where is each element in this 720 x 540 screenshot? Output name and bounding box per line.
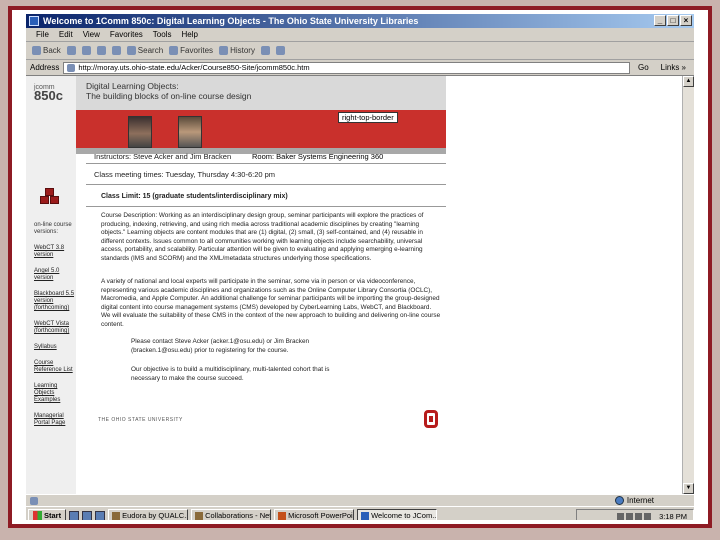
objective-paragraph: Our objective is to build a multidiscipl… <box>131 366 330 382</box>
contact-paragraph: Please contact Steve Acker (acker.1@osu.… <box>131 338 310 354</box>
task-powerpoint[interactable]: Microsoft PowerPoi... <box>274 508 355 520</box>
home-icon <box>111 46 121 55</box>
start-button[interactable]: Start <box>28 508 67 520</box>
eudora-icon <box>112 511 121 520</box>
back-button[interactable]: Back <box>32 46 61 55</box>
menu-bar: File Edit View Favorites Tools Help <box>26 28 694 42</box>
netscape-icon <box>195 511 204 520</box>
mail-icon <box>260 46 270 55</box>
experts-paragraph: A variety of national and local experts … <box>101 278 441 328</box>
sidebar-item-reference-list[interactable]: Course Reference List <box>34 360 76 374</box>
toolbar: Back Search Favorites History <box>26 42 694 60</box>
vertical-scrollbar[interactable]: ▲ ▼ <box>682 76 694 494</box>
windows-flag-icon <box>33 511 42 520</box>
sidebar-item-webct38[interactable]: WebCT 3.8 version <box>34 245 76 259</box>
forward-arrow-icon <box>66 46 76 55</box>
sidebar-item-webct-vista[interactable]: WebCT Vista (forthcoming) <box>34 321 76 335</box>
home-button[interactable] <box>111 46 121 55</box>
css-class-label: right-top-border <box>338 112 398 123</box>
osu-block-o-logo <box>424 410 438 428</box>
history-button[interactable]: History <box>219 46 255 55</box>
address-url: http://moray.uts.ohio-state.edu/Acker/Co… <box>78 63 310 72</box>
room-text: Room: Baker Systems Engineering 360 <box>252 152 384 161</box>
menu-edit[interactable]: Edit <box>59 30 73 39</box>
menu-file[interactable]: File <box>36 30 49 39</box>
mail-button[interactable] <box>260 46 270 55</box>
page-icon <box>67 63 76 72</box>
page-viewport: jcomm 850c Digital Learning Objects: The… <box>26 76 694 494</box>
course-code: jcomm 850c <box>34 84 63 103</box>
sidebar-item-angel[interactable]: Angel 5.0 version <box>34 268 76 282</box>
print-icon <box>275 46 285 55</box>
minimize-button[interactable]: _ <box>654 15 666 26</box>
menu-favorites[interactable]: Favorites <box>110 30 143 39</box>
task-eudora[interactable]: Eudora by QUALC... <box>108 508 189 520</box>
star-icon <box>169 46 179 55</box>
tray-misc-icon[interactable] <box>644 512 652 520</box>
sidebar-heading: on-line course versions: <box>34 222 72 235</box>
tray-volume-icon[interactable] <box>626 512 634 520</box>
osu-footer: THE OHIO STATE UNIVERSITY <box>98 417 183 423</box>
back-arrow-icon <box>32 46 41 55</box>
refresh-icon <box>96 46 106 55</box>
instructor-photo-bracken <box>178 116 202 148</box>
course-description: Course Description: Working as an interd… <box>101 212 424 262</box>
clock[interactable]: 3:18 PM <box>659 512 687 521</box>
close-button[interactable]: × <box>680 15 692 26</box>
favorites-button[interactable]: Favorites <box>169 46 213 55</box>
menu-help[interactable]: Help <box>181 30 197 39</box>
powerpoint-icon <box>278 511 287 520</box>
sidebar-item-examples[interactable]: Learning Objects Examples <box>34 383 76 404</box>
taskbar: Start Eudora by QUALC... Collaborations … <box>26 506 694 520</box>
security-zone: Internet <box>614 496 654 505</box>
cube-logo <box>40 188 60 206</box>
class-limit: Class Limit: 15 (graduate students/inter… <box>101 193 288 200</box>
page-title: Digital Learning Objects: The building b… <box>86 81 252 101</box>
address-bar: Address http://moray.uts.ohio-state.edu/… <box>26 60 694 76</box>
globe-icon <box>614 496 624 505</box>
meeting-times: Class meeting times: Tuesday, Thursday 4… <box>94 170 276 179</box>
ie-task-icon <box>361 511 370 520</box>
tray-network-icon[interactable] <box>617 512 625 520</box>
title-bar: Welcome to 1Comm 850c: Digital Learning … <box>26 14 694 28</box>
refresh-button[interactable] <box>96 46 106 55</box>
go-button[interactable]: Go <box>634 63 653 72</box>
links-button[interactable]: Links » <box>657 63 690 72</box>
browser-window: Welcome to 1Comm 850c: Digital Learning … <box>26 14 694 520</box>
window-title: Welcome to 1Comm 850c: Digital Learning … <box>43 16 419 26</box>
sidebar-item-blackboard[interactable]: Blackboard 5.5 version (forthcoming) <box>34 291 76 312</box>
maximize-button[interactable]: □ <box>667 15 679 26</box>
task-collaborations[interactable]: Collaborations - Net... <box>191 508 272 520</box>
done-icon <box>30 496 38 505</box>
menu-view[interactable]: View <box>83 30 100 39</box>
tray-antivirus-icon[interactable] <box>635 512 643 520</box>
print-button[interactable] <box>275 46 285 55</box>
sidebar-nav: on-line course versions: WebCT 3.8 versi… <box>34 222 76 436</box>
task-welcome-browser[interactable]: Welcome to JCom... <box>357 508 438 520</box>
quicklaunch-desktop-icon[interactable] <box>82 510 93 520</box>
ie-icon <box>29 16 39 26</box>
stop-button[interactable] <box>81 46 91 55</box>
quicklaunch-ie-icon[interactable] <box>69 510 80 520</box>
quicklaunch-outlook-icon[interactable] <box>95 510 106 520</box>
instructors-text: Instructors: Steve Acker and Jim Bracken <box>94 152 232 161</box>
status-bar: Internet <box>26 494 694 506</box>
search-icon <box>126 46 136 55</box>
scroll-up-icon[interactable]: ▲ <box>683 76 694 87</box>
sidebar-item-syllabus[interactable]: Syllabus <box>34 344 76 351</box>
search-button[interactable]: Search <box>126 46 163 55</box>
history-icon <box>219 46 229 55</box>
scroll-down-icon[interactable]: ▼ <box>683 483 694 494</box>
address-label: Address <box>30 63 60 72</box>
system-tray: 3:18 PM <box>576 509 694 520</box>
forward-button[interactable] <box>66 46 76 55</box>
address-input[interactable]: http://moray.uts.ohio-state.edu/Acker/Co… <box>63 61 630 74</box>
stop-icon <box>81 46 91 55</box>
sidebar-item-portal[interactable]: Managerial Portal Page <box>34 413 76 427</box>
menu-tools[interactable]: Tools <box>153 30 172 39</box>
instructor-photo-acker <box>128 116 152 148</box>
